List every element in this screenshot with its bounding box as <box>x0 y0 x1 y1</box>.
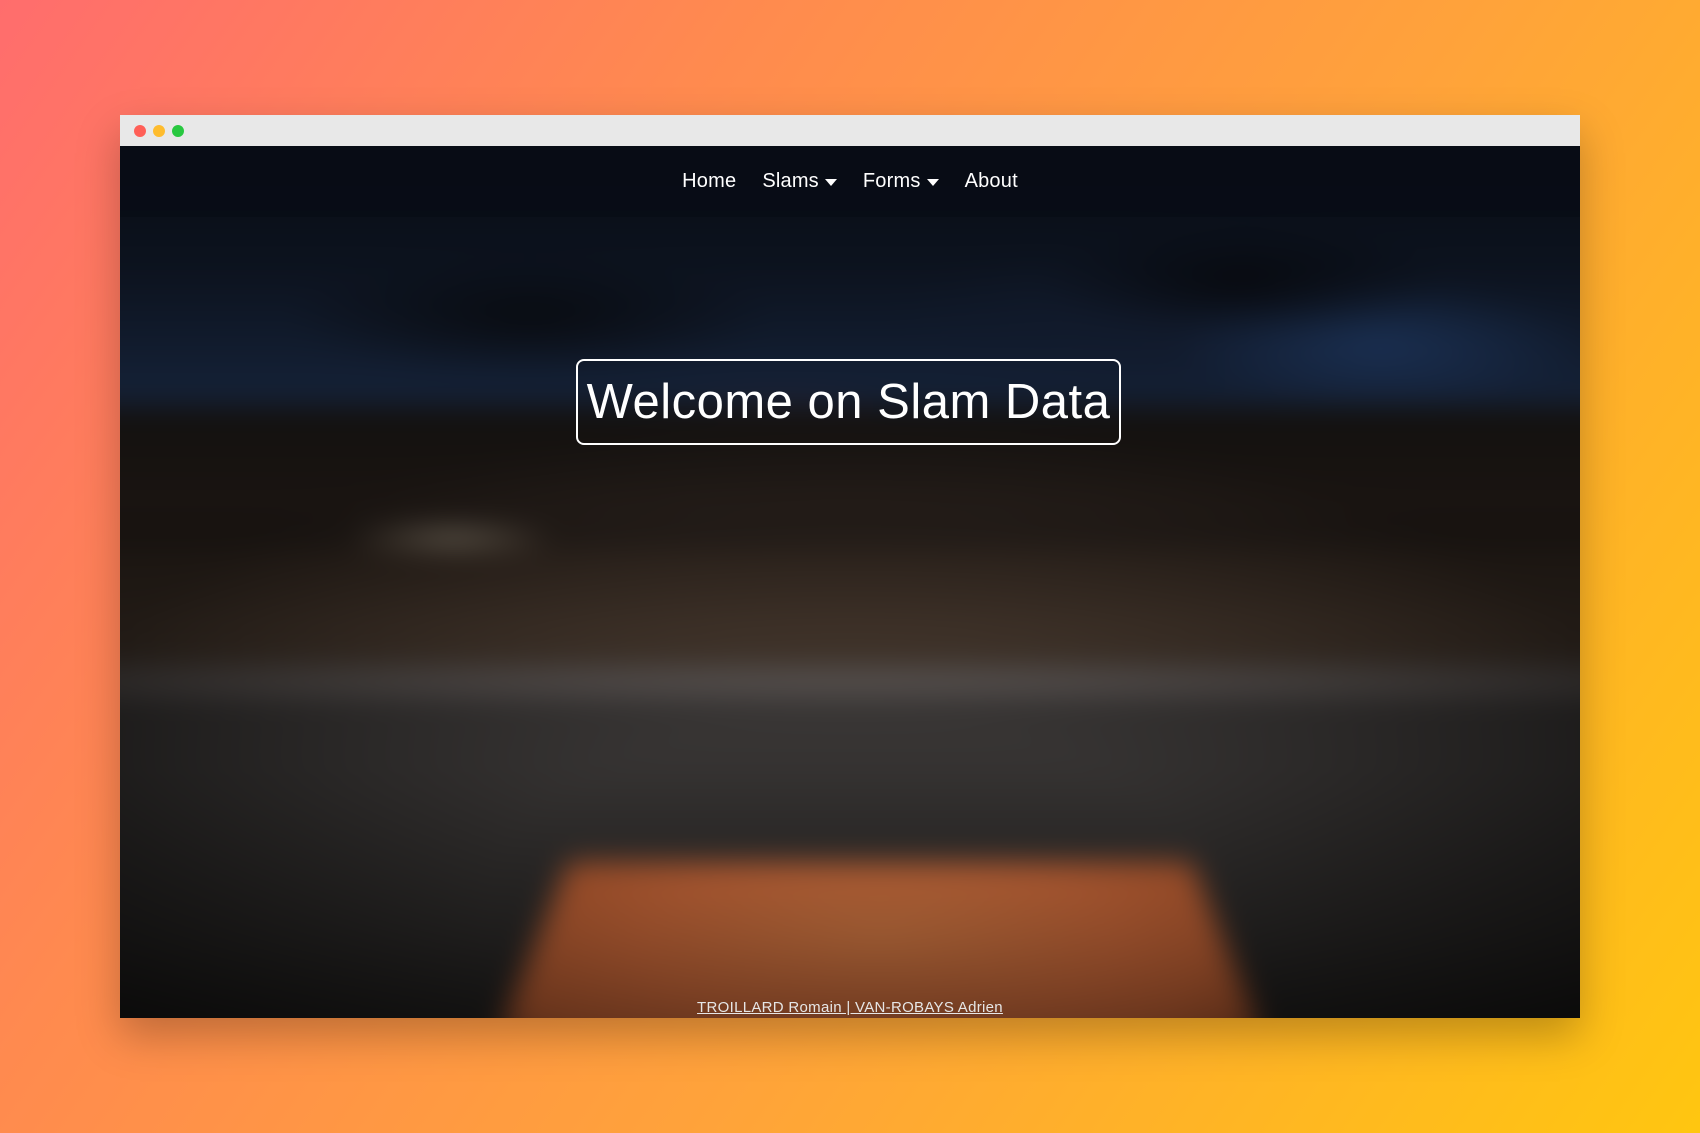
nav-item-label: Slams <box>762 170 819 192</box>
close-window-button[interactable] <box>134 125 146 137</box>
main-navbar: Home Slams Forms About <box>120 146 1580 217</box>
nav-item-label: Forms <box>862 170 921 192</box>
browser-window: Home Slams Forms About Welcome on Slam D… <box>120 115 1580 1018</box>
caret-down-icon <box>824 179 837 186</box>
page-viewport: Home Slams Forms About Welcome on Slam D… <box>120 146 1580 1018</box>
nav-item-label: About <box>964 170 1018 192</box>
caret-down-icon <box>926 179 939 186</box>
stadium-background-image <box>120 146 1580 1018</box>
nav-item-about[interactable]: About <box>965 170 1018 193</box>
nav-item-slams[interactable]: Slams <box>762 170 837 193</box>
nav-item-label: Home <box>682 170 737 192</box>
maximize-window-button[interactable] <box>172 125 184 137</box>
browser-titlebar <box>120 115 1580 147</box>
minimize-window-button[interactable] <box>153 125 165 137</box>
footer-credits-link[interactable]: TROILLARD Romain | VAN-ROBAYS Adrien <box>120 999 1580 1016</box>
hero-title: Welcome on Slam Data <box>576 359 1121 445</box>
nav-item-home[interactable]: Home <box>682 170 736 193</box>
nav-item-forms[interactable]: Forms <box>863 170 939 193</box>
